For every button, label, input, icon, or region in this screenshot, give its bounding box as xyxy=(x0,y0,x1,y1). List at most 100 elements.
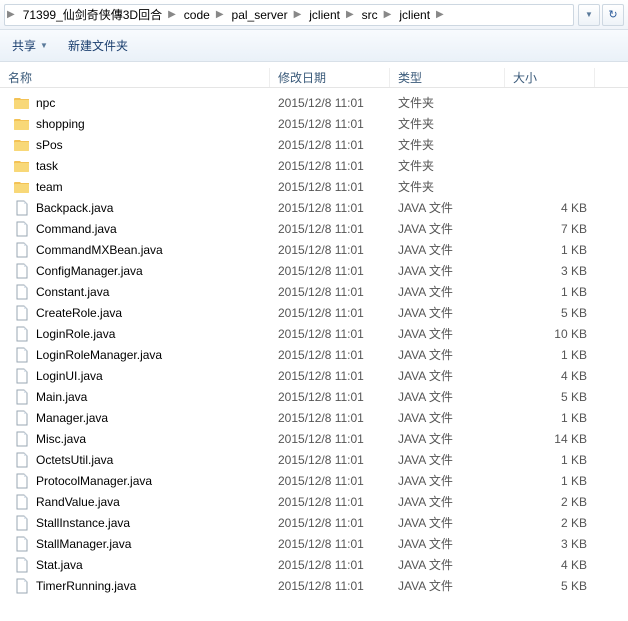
file-date-cell: 2015/12/8 11:01 xyxy=(270,201,390,215)
chevron-right-icon: ▶ xyxy=(344,9,356,20)
file-size-cell: 1 KB xyxy=(505,411,595,425)
file-name-label: LoginUI.java xyxy=(36,369,103,383)
refresh-button[interactable]: ↻ xyxy=(602,4,624,26)
file-name-cell: Command.java xyxy=(0,221,270,237)
file-row[interactable]: team2015/12/8 11:01文件夹 xyxy=(0,176,628,197)
file-type-cell: JAVA 文件 xyxy=(390,241,505,258)
breadcrumb-item[interactable]: 71399_仙剑奇侠傳3D回合 xyxy=(17,5,166,25)
file-row[interactable]: npc2015/12/8 11:01文件夹 xyxy=(0,92,628,113)
file-row[interactable]: LoginRole.java2015/12/8 11:01JAVA 文件10 K… xyxy=(0,323,628,344)
history-dropdown-button[interactable]: ▼ xyxy=(578,4,600,26)
chevron-right-icon: ▶ xyxy=(166,9,178,20)
file-name-label: team xyxy=(36,180,63,194)
file-row[interactable]: ProtocolManager.java2015/12/8 11:01JAVA … xyxy=(0,470,628,491)
breadcrumb-item[interactable]: src xyxy=(356,5,382,25)
column-name[interactable]: 名称 xyxy=(0,68,270,87)
file-row[interactable]: LoginRoleManager.java2015/12/8 11:01JAVA… xyxy=(0,344,628,365)
chevron-right-icon: ▶ xyxy=(382,9,394,20)
file-name-cell: Manager.java xyxy=(0,410,270,426)
file-row[interactable]: OctetsUtil.java2015/12/8 11:01JAVA 文件1 K… xyxy=(0,449,628,470)
file-row[interactable]: sPos2015/12/8 11:01文件夹 xyxy=(0,134,628,155)
file-icon xyxy=(14,389,30,405)
new-folder-button[interactable]: 新建文件夹 xyxy=(68,37,128,54)
breadcrumb-item[interactable]: pal_server xyxy=(226,5,292,25)
file-type-cell: JAVA 文件 xyxy=(390,409,505,426)
file-date-cell: 2015/12/8 11:01 xyxy=(270,348,390,362)
file-row[interactable]: Backpack.java2015/12/8 11:01JAVA 文件4 KB xyxy=(0,197,628,218)
file-name-cell: Misc.java xyxy=(0,431,270,447)
file-size-cell: 5 KB xyxy=(505,306,595,320)
file-date-cell: 2015/12/8 11:01 xyxy=(270,222,390,236)
file-row[interactable]: Misc.java2015/12/8 11:01JAVA 文件14 KB xyxy=(0,428,628,449)
file-row[interactable]: LoginUI.java2015/12/8 11:01JAVA 文件4 KB xyxy=(0,365,628,386)
file-icon xyxy=(14,368,30,384)
file-date-cell: 2015/12/8 11:01 xyxy=(270,327,390,341)
file-row[interactable]: task2015/12/8 11:01文件夹 xyxy=(0,155,628,176)
file-name-label: task xyxy=(36,159,58,173)
file-type-cell: JAVA 文件 xyxy=(390,451,505,468)
file-name-cell: ConfigManager.java xyxy=(0,263,270,279)
file-name-cell: Stat.java xyxy=(0,557,270,573)
file-name-cell: RandValue.java xyxy=(0,494,270,510)
file-row[interactable]: CommandMXBean.java2015/12/8 11:01JAVA 文件… xyxy=(0,239,628,260)
column-type[interactable]: 类型 xyxy=(390,68,505,87)
file-type-cell: JAVA 文件 xyxy=(390,199,505,216)
file-date-cell: 2015/12/8 11:01 xyxy=(270,453,390,467)
column-date[interactable]: 修改日期 xyxy=(270,68,390,87)
file-name-cell: TimerRunning.java xyxy=(0,578,270,594)
file-row[interactable]: ConfigManager.java2015/12/8 11:01JAVA 文件… xyxy=(0,260,628,281)
file-row[interactable]: Main.java2015/12/8 11:01JAVA 文件5 KB xyxy=(0,386,628,407)
breadcrumb-item[interactable]: jclient xyxy=(303,5,344,25)
file-date-cell: 2015/12/8 11:01 xyxy=(270,306,390,320)
file-type-cell: JAVA 文件 xyxy=(390,388,505,405)
file-name-label: sPos xyxy=(36,138,63,152)
file-name-cell: Constant.java xyxy=(0,284,270,300)
chevron-right-icon: ▶ xyxy=(292,9,304,20)
file-type-cell: 文件夹 xyxy=(390,178,505,195)
file-row[interactable]: Constant.java2015/12/8 11:01JAVA 文件1 KB xyxy=(0,281,628,302)
breadcrumb-item[interactable]: code xyxy=(178,5,214,25)
breadcrumb-item[interactable]: jclient xyxy=(393,5,434,25)
file-row[interactable]: StallInstance.java2015/12/8 11:01JAVA 文件… xyxy=(0,512,628,533)
file-icon xyxy=(14,452,30,468)
file-icon xyxy=(14,242,30,258)
file-row[interactable]: shopping2015/12/8 11:01文件夹 xyxy=(0,113,628,134)
file-row[interactable]: Command.java2015/12/8 11:01JAVA 文件7 KB xyxy=(0,218,628,239)
file-name-label: Misc.java xyxy=(36,432,86,446)
file-date-cell: 2015/12/8 11:01 xyxy=(270,159,390,173)
file-type-cell: JAVA 文件 xyxy=(390,472,505,489)
file-size-cell: 7 KB xyxy=(505,222,595,236)
column-headers: 名称 修改日期 类型 大小 xyxy=(0,62,628,88)
file-type-cell: JAVA 文件 xyxy=(390,535,505,552)
chevron-right-icon: ▶ xyxy=(5,9,17,20)
file-row[interactable]: StallManager.java2015/12/8 11:01JAVA 文件3… xyxy=(0,533,628,554)
file-type-cell: JAVA 文件 xyxy=(390,493,505,510)
file-icon xyxy=(14,263,30,279)
file-name-cell: LoginUI.java xyxy=(0,368,270,384)
file-icon xyxy=(14,221,30,237)
file-date-cell: 2015/12/8 11:01 xyxy=(270,579,390,593)
file-row[interactable]: CreateRole.java2015/12/8 11:01JAVA 文件5 K… xyxy=(0,302,628,323)
file-icon xyxy=(14,557,30,573)
file-date-cell: 2015/12/8 11:01 xyxy=(270,390,390,404)
file-type-cell: JAVA 文件 xyxy=(390,367,505,384)
file-date-cell: 2015/12/8 11:01 xyxy=(270,285,390,299)
file-row[interactable]: RandValue.java2015/12/8 11:01JAVA 文件2 KB xyxy=(0,491,628,512)
file-row[interactable]: Stat.java2015/12/8 11:01JAVA 文件4 KB xyxy=(0,554,628,575)
share-menu[interactable]: 共享 ▼ xyxy=(12,37,48,54)
file-name-label: OctetsUtil.java xyxy=(36,453,113,467)
column-size[interactable]: 大小 xyxy=(505,68,595,87)
file-size-cell: 4 KB xyxy=(505,369,595,383)
breadcrumb[interactable]: ▶71399_仙剑奇侠傳3D回合▶code▶pal_server▶jclient… xyxy=(4,4,574,26)
file-name-cell: sPos xyxy=(0,137,270,153)
file-type-cell: JAVA 文件 xyxy=(390,346,505,363)
file-date-cell: 2015/12/8 11:01 xyxy=(270,264,390,278)
file-icon xyxy=(14,326,30,342)
file-size-cell: 4 KB xyxy=(505,558,595,572)
refresh-icon: ↻ xyxy=(608,8,617,21)
file-row[interactable]: Manager.java2015/12/8 11:01JAVA 文件1 KB xyxy=(0,407,628,428)
file-row[interactable]: TimerRunning.java2015/12/8 11:01JAVA 文件5… xyxy=(0,575,628,596)
folder-icon xyxy=(14,137,30,153)
file-icon xyxy=(14,410,30,426)
file-name-label: ConfigManager.java xyxy=(36,264,143,278)
